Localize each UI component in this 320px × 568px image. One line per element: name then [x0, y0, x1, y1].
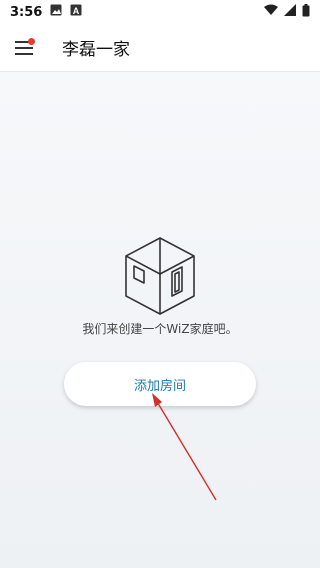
a-icon: A: [70, 4, 82, 20]
status-bar: 3:56 A: [0, 0, 320, 24]
svg-text:A: A: [73, 6, 80, 16]
empty-state-message: 我们来创建一个WiZ家庭吧。: [82, 322, 238, 336]
notification-dot: [28, 37, 35, 45]
wifi-icon: [264, 4, 278, 20]
app-bar: 李磊一家: [0, 24, 320, 72]
battery-icon: [302, 3, 310, 21]
image-icon: [50, 4, 62, 20]
room-illustration-icon: [122, 236, 198, 316]
menu-button[interactable]: [0, 24, 48, 72]
signal-icon: [284, 4, 296, 20]
page-title: 李磊一家: [62, 40, 130, 60]
add-room-button[interactable]: 添加房间: [64, 362, 256, 406]
status-time: 3:56: [10, 4, 43, 20]
